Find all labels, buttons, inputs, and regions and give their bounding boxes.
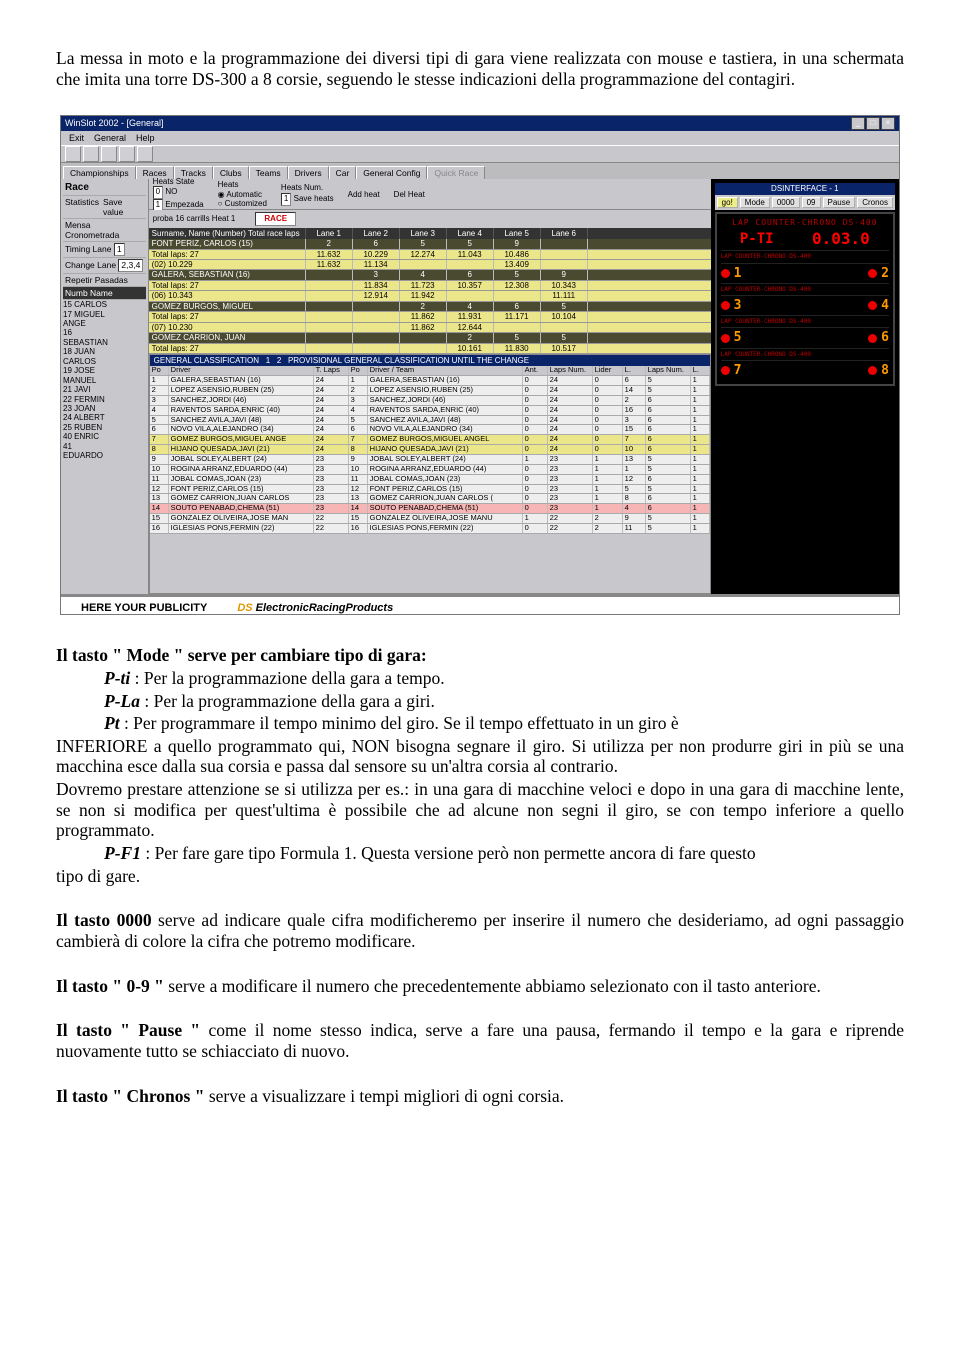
sidebar-item: Repetir Pasadas — [63, 274, 146, 287]
tab-drivers[interactable]: Drivers — [288, 166, 329, 179]
classification-panel: GENERAL CLASSIFICATION 1 2 PROVISIONAL G… — [149, 354, 711, 594]
pt-cont: INFERIORE a quello programmato qui, NON … — [56, 736, 904, 777]
toolbar-btn[interactable] — [101, 146, 117, 162]
race-label: Race — [63, 181, 146, 196]
sidebar-item: Change Lane 2,3,4 — [63, 258, 146, 274]
cronos-button[interactable]: Cronos — [857, 197, 893, 208]
p-pause: Il tasto " Pause " come il nome stesso i… — [56, 1020, 904, 1061]
winslot-screenshot: WinSlot 2002 - [General] _ □ × Exit Gene… — [60, 115, 900, 615]
pf1-line: P-F1 : Per fare gare tipo Formula 1. Que… — [56, 843, 904, 864]
pt-line: Pt : Per programmare il tempo minimo del… — [56, 713, 904, 734]
sidebar-header: Numb Name — [63, 287, 146, 300]
sidebar-item: Timing Lane 1 — [63, 242, 146, 258]
tab-championships[interactable]: Championships — [63, 166, 136, 179]
del-heat-btn[interactable]: Del Heat — [394, 190, 425, 199]
pf1-cont: tipo di gare. — [56, 866, 904, 887]
heats-panel: Heats State 0 NO 1 Empezada Heats ◉ Auto… — [149, 179, 711, 210]
screenshot-footer: HERE YOUR PUBLICITY DS ElectronicRacingP… — [61, 594, 899, 615]
menu-exit[interactable]: Exit — [69, 133, 84, 144]
toolbar-btn[interactable] — [65, 146, 81, 162]
toolbar-btn[interactable] — [137, 146, 153, 162]
go-button[interactable]: go! — [717, 197, 738, 208]
menubar: Exit General Help — [61, 131, 899, 145]
p-09: Il tasto " 0-9 " serve a modificare il n… — [56, 976, 904, 997]
save-label[interactable]: Save value — [103, 197, 144, 217]
tab-teams[interactable]: Teams — [249, 166, 288, 179]
maximize-icon[interactable]: □ — [866, 117, 880, 130]
toolbar-btn[interactable] — [83, 146, 99, 162]
mode-button[interactable]: Mode — [740, 197, 770, 208]
tab-clubs[interactable]: Clubs — [213, 166, 249, 179]
stats-label[interactable]: Statistics — [65, 197, 99, 217]
menu-help[interactable]: Help — [136, 133, 155, 144]
left-sidebar: Race Statistics Save value Mensa Cronome… — [61, 179, 149, 594]
pla-line: P-La : Per la programmazione della gara … — [56, 691, 904, 712]
toolbar — [61, 145, 899, 163]
ds-time: 0.03.0 — [812, 230, 870, 249]
p-0000: Il tasto 0000 serve ad indicare quale ci… — [56, 910, 904, 951]
pti-line: P-ti : Per la programmazione della gara … — [56, 668, 904, 689]
pause-button[interactable]: Pause — [823, 197, 856, 208]
menu-general[interactable]: General — [94, 133, 126, 144]
ds-title: DSINTERFACE - 1 — [715, 183, 895, 194]
p-chronos: Il tasto " Chronos " serve a visualizzar… — [56, 1086, 904, 1107]
ds-pti: P-TI — [740, 231, 774, 248]
num-button[interactable]: 09 — [802, 197, 821, 208]
publicity-text: HERE YOUR PUBLICITY — [81, 602, 207, 615]
race-grid: FONT PERIZ, CARLOS (15)26559Total laps: … — [149, 239, 711, 354]
add-heat-btn[interactable]: Add heat — [348, 190, 380, 199]
grid-header: Surname, Name (Number) Total race laps L… — [149, 228, 711, 239]
race-badge: RACE — [255, 212, 296, 225]
minimize-icon[interactable]: _ — [851, 117, 865, 130]
tab-quickrace: Quick Race — [427, 166, 485, 179]
tab-config[interactable]: General Config — [356, 166, 427, 179]
ds-header: LAP COUNTER-CHRONO DS-400 — [721, 218, 889, 227]
ds-interface-panel: DSINTERFACE - 1 go! Mode 0000 09 Pause C… — [711, 179, 899, 594]
window-titlebar: WinSlot 2002 - [General] _ □ × — [61, 116, 899, 131]
tab-car[interactable]: Car — [329, 166, 357, 179]
pt-cont2: Dovremo prestare attenzione se si utiliz… — [56, 779, 904, 841]
intro-paragraph: La messa in moto e la programmazione dei… — [56, 48, 904, 89]
sidebar-item: Mensa Cronometrada — [63, 219, 146, 242]
toolbar-btn[interactable] — [119, 146, 135, 162]
app-title: WinSlot 2002 - [General] — [65, 118, 164, 129]
race-title: proba 16 carrills Heat 1 — [153, 214, 236, 223]
digits-button[interactable]: 0000 — [772, 197, 800, 208]
close-icon[interactable]: × — [881, 117, 895, 130]
mode-intro: Il tasto " Mode " serve per cambiare tip… — [56, 645, 904, 666]
driver-list: 15 CARLOS 17 MIGUEL ANGE 16 SEBASTIAN 18… — [63, 300, 108, 460]
